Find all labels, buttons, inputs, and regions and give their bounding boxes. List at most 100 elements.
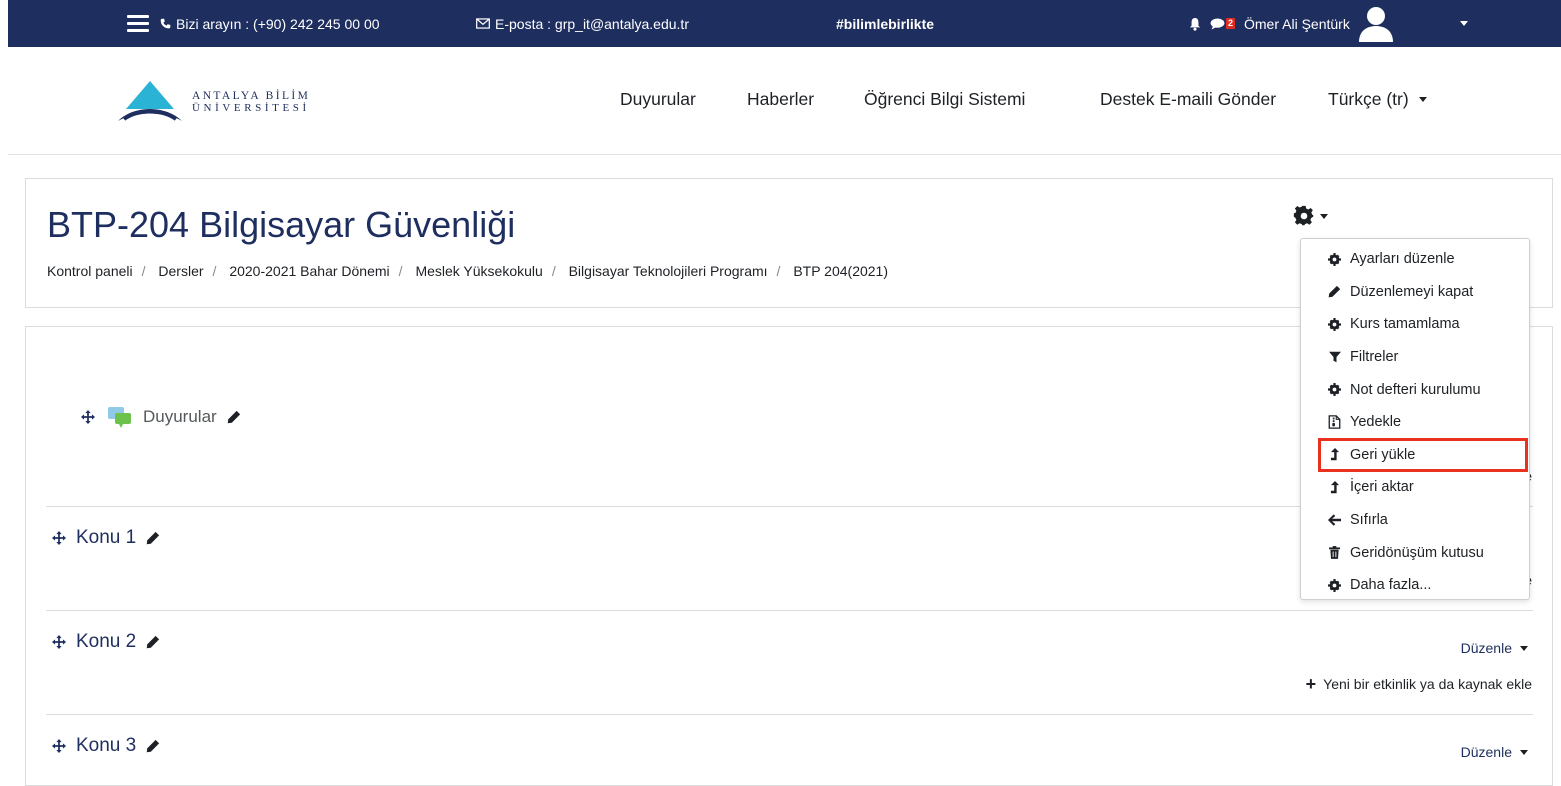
menu-item-geridonusum-kutusu[interactable]: Geridönüşüm kutusu (1301, 536, 1529, 569)
phone-icon (160, 18, 171, 29)
top-bar: Bizi arayın : (+90) 242 245 00 00 E-post… (8, 0, 1561, 47)
chevron-down-icon (1520, 749, 1528, 755)
phone-contact: Bizi arayın : (+90) 242 245 00 00 (160, 0, 380, 47)
logo-line1: ANTALYA BİLİM (192, 90, 311, 102)
pencil-icon[interactable] (227, 410, 241, 424)
language-selector[interactable]: Türkçe (tr) (1328, 89, 1427, 110)
breadcrumb: Kontrol paneli / Dersler/ 2020-2021 Bahar… (47, 263, 889, 279)
section-divider (46, 714, 1533, 715)
breadcrumb-item[interactable]: BTP 204(2021) (793, 263, 888, 279)
language-label: Türkçe (tr) (1328, 89, 1409, 109)
nav-duyurular[interactable]: Duyurular (620, 89, 696, 110)
messages-badge: 2 (1226, 18, 1236, 29)
menu-item-label: Kurs tamamlama (1350, 316, 1460, 333)
logo-mark-icon (118, 81, 182, 121)
file-archive-icon (1327, 415, 1342, 430)
level-up-icon (1327, 447, 1342, 462)
logo-text: ANTALYA BİLİM ÜNİVERSİTESİ (192, 90, 310, 114)
forum-icon (108, 407, 131, 428)
gear-icon (1327, 252, 1342, 267)
envelope-icon (476, 18, 490, 29)
menu-item-label: Yedekle (1350, 414, 1402, 431)
plus-icon: + (1305, 674, 1317, 694)
chevron-down-icon (1418, 97, 1427, 102)
trash-icon (1327, 545, 1342, 560)
menu-item-label: Geri yükle (1350, 446, 1416, 463)
user-menu-chevron-down-icon[interactable] (1460, 0, 1468, 47)
add-activity-label: Yeni bir etkinlik ya da kaynak ekle (1323, 676, 1532, 692)
menu-item-label: Ayarları düzenle (1350, 251, 1455, 268)
move-icon[interactable] (81, 410, 95, 424)
chevron-down-icon (1520, 645, 1528, 651)
user-menu[interactable]: Ömer Ali Şentürk (1244, 0, 1396, 47)
gear-icon (1293, 205, 1314, 226)
chat-bubble-icon (1210, 17, 1225, 30)
nav-ogrenci-bilgi-sistemi[interactable]: Öğrenci Bilgi Sistemi (864, 89, 1025, 110)
menu-item-label: Not defteri kurulumu (1350, 381, 1481, 398)
pencil-icon (1327, 284, 1342, 299)
pencil-icon[interactable] (146, 635, 160, 649)
menu-item-kurs-tamamlama[interactable]: Kurs tamamlama (1301, 308, 1529, 341)
filter-icon (1327, 350, 1342, 365)
move-icon[interactable] (52, 635, 66, 649)
menu-item-label: Filtreler (1350, 349, 1399, 366)
menu-item-ayarlari-duzenle[interactable]: Ayarları düzenle (1301, 243, 1529, 276)
university-logo[interactable]: ANTALYA BİLİM ÜNİVERSİTESİ (116, 79, 310, 125)
section-divider (46, 610, 1533, 611)
breadcrumb-item[interactable]: Dersler (158, 263, 203, 279)
hamburger-menu-icon[interactable] (126, 0, 150, 47)
edit-section-menu[interactable]: Düzenle (1461, 744, 1528, 760)
page-title: BTP-204 Bilgisayar Güvenliği (47, 204, 516, 245)
announcements-link[interactable]: Duyurular (143, 407, 217, 427)
course-admin-dropdown: Ayarları düzenle Düzenlemeyi kapat Kurs … (1300, 238, 1530, 600)
arrow-left-icon (1327, 513, 1342, 528)
breadcrumb-item[interactable]: Kontrol paneli (47, 263, 133, 279)
move-icon[interactable] (52, 739, 66, 753)
nav-destek-email[interactable]: Destek E-maili Gönder (1100, 89, 1276, 110)
menu-item-daha-fazla[interactable]: Daha fazla... (1301, 569, 1529, 602)
breadcrumb-item[interactable]: Meslek Yüksekokulu (415, 263, 542, 279)
breadcrumb-item[interactable]: 2020-2021 Bahar Dönemi (229, 263, 389, 279)
breadcrumb-item[interactable]: Bilgisayar Teknolojileri Programı (569, 263, 768, 279)
edit-section-menu[interactable]: Düzenle (1461, 640, 1528, 656)
gear-icon (1327, 578, 1342, 593)
menu-item-yedekle[interactable]: Yedekle (1301, 406, 1529, 439)
menu-item-iceri-aktar[interactable]: İçeri aktar (1301, 471, 1529, 504)
gear-icon (1327, 382, 1342, 397)
pencil-icon[interactable] (146, 739, 160, 753)
menu-item-label: İçeri aktar (1350, 479, 1414, 496)
pencil-icon[interactable] (146, 531, 160, 545)
section-title[interactable]: Konu 2 (76, 631, 136, 653)
hashtag: #bilimlebirlikte (836, 15, 935, 32)
menu-item-label: Sıfırla (1350, 512, 1388, 529)
section-title[interactable]: Konu 3 (76, 735, 136, 757)
section-konu-2: Konu 2 (52, 631, 160, 653)
menu-item-label: Geridönüşüm kutusu (1350, 544, 1484, 561)
avatar[interactable] (1356, 4, 1396, 44)
gear-icon (1327, 317, 1342, 332)
chevron-down-icon (1320, 213, 1328, 219)
section-konu-1: Konu 1 (52, 527, 160, 549)
user-avatar-icon (1358, 6, 1393, 42)
menu-item-label: Daha fazla... (1350, 577, 1432, 594)
add-activity-link[interactable]: + Yeni bir etkinlik ya da kaynak ekle (1305, 674, 1532, 694)
menu-item-duzenlemeyi-kapat[interactable]: Düzenlemeyi kapat (1301, 276, 1529, 309)
menu-item-filtreler[interactable]: Filtreler (1301, 341, 1529, 374)
main-navbar: ANTALYA BİLİM ÜNİVERSİTESİ Duyurular Hab… (8, 47, 1561, 155)
email-text: E-posta : grp_it@antalya.edu.tr (495, 15, 689, 32)
move-icon[interactable] (52, 531, 66, 545)
messages-button[interactable]: 2 (1210, 0, 1236, 47)
section-konu-3: Konu 3 (52, 735, 160, 757)
menu-item-geri-yukle[interactable]: Geri yükle (1318, 437, 1528, 473)
email-contact[interactable]: E-posta : grp_it@antalya.edu.tr (476, 0, 689, 47)
logo-line2: ÜNİVERSİTESİ (192, 102, 310, 114)
edit-label: Düzenle (1460, 640, 1512, 656)
menu-item-sifirla[interactable]: Sıfırla (1301, 504, 1529, 537)
nav-haberler[interactable]: Haberler (747, 89, 814, 110)
section-title[interactable]: Konu 1 (76, 527, 136, 549)
notification-bell-icon[interactable] (1186, 0, 1204, 47)
section-general: Duyurular (81, 405, 241, 429)
course-admin-menu-button[interactable] (1293, 205, 1328, 227)
menu-item-not-defteri-kurulumu[interactable]: Not defteri kurulumu (1301, 373, 1529, 406)
edit-label: Düzenle (1460, 744, 1512, 760)
